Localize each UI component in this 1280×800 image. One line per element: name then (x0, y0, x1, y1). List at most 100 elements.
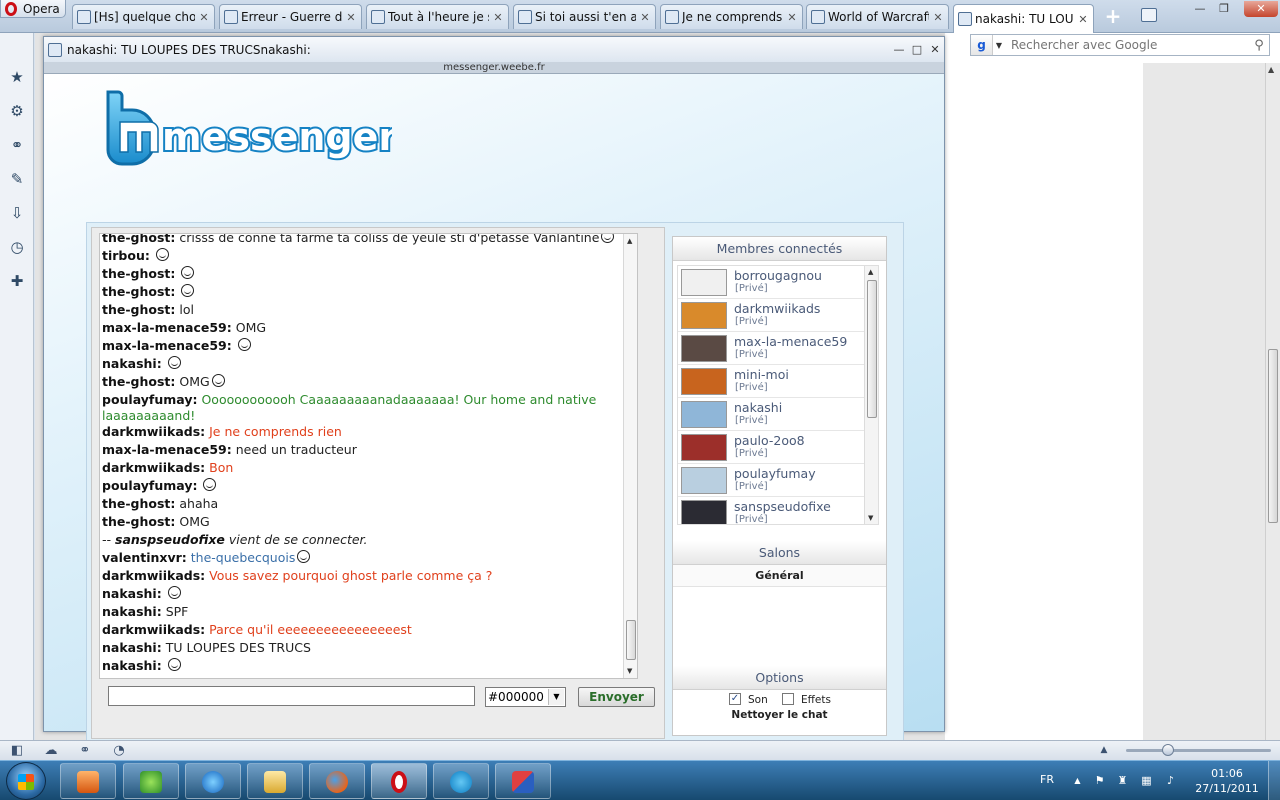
browser-tab[interactable]: Je ne comprends ... ✕ (660, 4, 803, 29)
network-icon[interactable]: ▦ (1140, 774, 1153, 787)
member-item[interactable]: darkmwiikads [Privé] (678, 299, 864, 332)
member-item[interactable]: paulo-2oo8 [Privé] (678, 431, 864, 464)
member-item[interactable]: max-la-menace59 [Privé] (678, 332, 864, 365)
scroll-up-icon[interactable]: ▲ (868, 268, 873, 276)
sound-checkbox[interactable]: ✓ (729, 693, 741, 705)
browser-tab[interactable]: Tout à l'heure je s... ✕ (366, 4, 509, 29)
send-button[interactable]: Envoyer (578, 687, 655, 707)
tab-close-icon[interactable]: ✕ (639, 11, 651, 24)
notes-icon[interactable]: ✎ (9, 171, 25, 187)
chat-scroll-thumb[interactable] (626, 620, 636, 660)
message-nick[interactable]: tirbou: (102, 248, 150, 263)
history-icon[interactable]: ◷ (9, 239, 25, 255)
chevron-down-icon[interactable]: ▼ (548, 689, 564, 705)
closed-tabs-icon[interactable] (1141, 8, 1157, 22)
taskbar-messenger[interactable] (123, 763, 179, 799)
add-panel-icon[interactable]: ✚ (9, 273, 25, 289)
private-link[interactable]: [Privé] (735, 415, 768, 426)
taskbar-firefox[interactable] (309, 763, 365, 799)
unite-icon[interactable]: ⚭ (77, 743, 93, 758)
member-name[interactable]: borrougagnou (734, 268, 822, 283)
tab-close-icon[interactable]: ✕ (345, 11, 357, 24)
language-indicator[interactable]: FR (1040, 773, 1054, 786)
message-nick[interactable]: the-ghost: (102, 496, 175, 511)
message-nick[interactable]: max-la-menace59: (102, 442, 232, 457)
scroll-up-icon[interactable]: ▲ (627, 237, 632, 245)
tab-close-icon[interactable]: ✕ (932, 11, 944, 24)
zoom-slider[interactable] (1126, 749, 1271, 752)
member-item[interactable]: nakashi [Privé] (678, 398, 864, 431)
message-nick[interactable]: the-ghost: (102, 266, 175, 281)
private-link[interactable]: [Privé] (735, 514, 768, 524)
member-item[interactable]: mini-moi [Privé] (678, 365, 864, 398)
popup-title-bar[interactable]: nakashi: TU LOUPES DES TRUCSnakashi: — □… (44, 37, 944, 62)
member-name[interactable]: mini-moi (734, 367, 789, 382)
tab-close-icon[interactable]: ✕ (198, 11, 210, 24)
window-close-button[interactable]: ✕ (1244, 1, 1278, 17)
member-item[interactable]: borrougagnou [Privé] (678, 266, 864, 299)
flag-icon[interactable]: ⚑ (1093, 774, 1106, 787)
message-nick[interactable]: darkmwiikads: (102, 622, 205, 637)
message-nick[interactable]: nakashi: (102, 604, 162, 619)
members-scrollbar[interactable]: ▲ ▼ (864, 266, 878, 524)
turbo-icon[interactable]: ◔ (111, 743, 127, 758)
search-icon[interactable]: ⚲ (1249, 38, 1269, 53)
tab-close-icon[interactable]: ✕ (492, 11, 504, 24)
browser-tab[interactable]: Si toi aussi t'en as... ✕ (513, 4, 656, 29)
room-general[interactable]: Général (673, 565, 886, 587)
message-nick[interactable]: the-ghost: (102, 284, 175, 299)
downloads-icon[interactable]: ⇩ (9, 205, 25, 221)
taskbar-explorer[interactable] (247, 763, 303, 799)
unite-icon[interactable]: ⚭ (9, 137, 25, 153)
member-name[interactable]: paulo-2oo8 (734, 433, 805, 448)
zoom-arrow-icon[interactable]: ▲ (1096, 743, 1112, 758)
private-link[interactable]: [Privé] (735, 448, 768, 459)
message-nick[interactable]: nakashi: (102, 640, 162, 655)
message-nick[interactable]: poulayfumay: (102, 392, 197, 407)
page-scroll-thumb[interactable] (1268, 349, 1278, 523)
browser-tab[interactable]: Erreur - Guerre de... ✕ (219, 4, 362, 29)
browser-tab-active[interactable]: nakashi: TU LOUP... ✕ (953, 4, 1094, 33)
message-nick[interactable]: nakashi: (102, 356, 162, 371)
private-link[interactable]: [Privé] (735, 349, 768, 360)
message-nick[interactable]: the-ghost: (102, 234, 175, 245)
message-nick[interactable]: darkmwiikads: (102, 568, 205, 583)
scroll-down-icon[interactable]: ▼ (868, 514, 873, 522)
member-name[interactable]: poulayfumay (734, 466, 816, 481)
chat-scrollbar[interactable]: ▲ ▼ (623, 234, 637, 678)
message-nick[interactable]: the-ghost: (102, 302, 175, 317)
taskbar-skype[interactable] (433, 763, 489, 799)
restore-button[interactable]: ❐ (1213, 1, 1235, 17)
member-name[interactable]: nakashi (734, 400, 782, 415)
private-link[interactable]: [Privé] (735, 283, 768, 294)
effects-checkbox[interactable] (782, 693, 794, 705)
minimize-button[interactable]: — (1189, 1, 1211, 17)
new-tab-button[interactable]: + (1101, 6, 1125, 28)
taskbar-app[interactable] (495, 763, 551, 799)
text-color-select[interactable]: #000000 ▼ (485, 687, 566, 707)
taskbar-internet-explorer[interactable] (185, 763, 241, 799)
tab-close-icon[interactable]: ✕ (1077, 13, 1089, 26)
taskbar-clock[interactable]: 01:06 27/11/2011 (1192, 766, 1262, 796)
panel-toggle-icon[interactable]: ◧ (9, 743, 25, 758)
private-link[interactable]: [Privé] (735, 481, 768, 492)
tray-app-icon[interactable]: ♜ (1116, 774, 1129, 787)
private-link[interactable]: [Privé] (735, 316, 768, 327)
tab-close-icon[interactable]: ✕ (786, 11, 798, 24)
volume-icon[interactable]: ♪ (1164, 774, 1177, 787)
show-desktop-button[interactable] (1268, 761, 1280, 800)
start-button[interactable] (6, 762, 46, 800)
message-nick[interactable]: poulayfumay: (102, 478, 197, 493)
scroll-up-icon[interactable]: ▲ (1268, 65, 1274, 74)
member-name[interactable]: darkmwiikads (734, 301, 820, 316)
cloud-icon[interactable]: ☁ (43, 743, 59, 758)
gear-icon[interactable]: ⚙ (9, 103, 25, 119)
tray-expand-icon[interactable]: ▲ (1071, 774, 1084, 787)
google-icon[interactable]: g (971, 35, 993, 55)
message-nick[interactable]: the-ghost: (102, 374, 175, 389)
member-name[interactable]: sanspseudofixe (734, 499, 831, 514)
message-nick[interactable]: nakashi: (102, 658, 162, 673)
message-nick[interactable]: sanspseudofixe (115, 532, 225, 547)
popup-minimize-button[interactable]: — (890, 43, 908, 56)
search-box[interactable]: g ▼ ⚲ (970, 34, 1270, 56)
